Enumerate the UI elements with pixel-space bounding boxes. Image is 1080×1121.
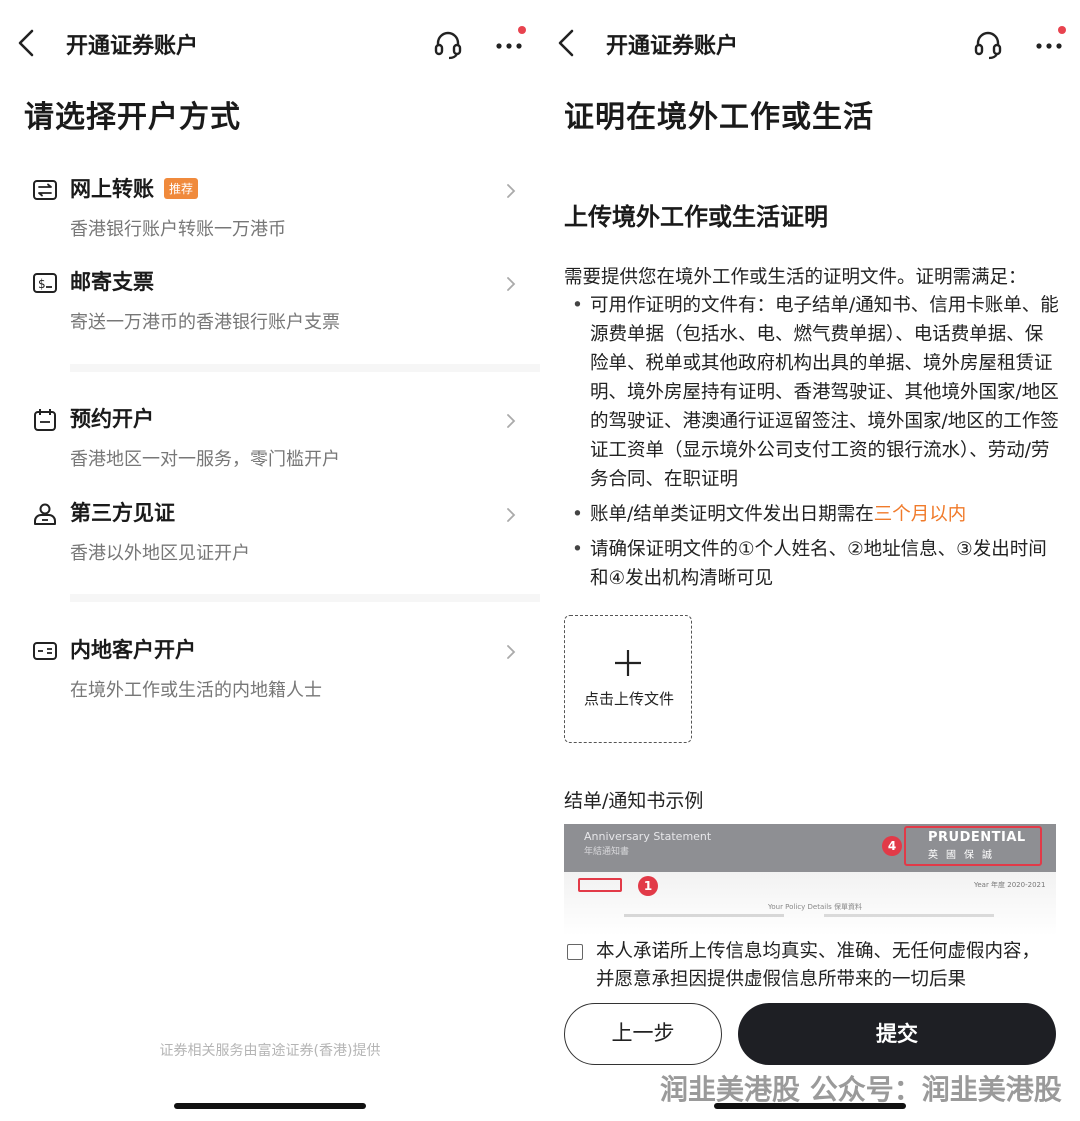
requirements-intro: 需要提供您在境外工作或生活的证明文件。证明需满足： xyxy=(564,267,1027,288)
option-appointment[interactable]: 预约开户 香港地区一对一服务，零门槛开户 xyxy=(0,403,540,483)
section-divider xyxy=(70,364,540,372)
recommended-badge: 推荐 xyxy=(164,178,199,199)
option-desc: 在境外工作或生活的内地籍人士 xyxy=(70,680,322,701)
plus-icon xyxy=(615,650,641,676)
marker-4: 4 xyxy=(882,836,902,856)
watermark: 润韭美港股 公众号：润韭美港股 xyxy=(660,1073,1062,1106)
left-screen: 开通证券账户 请选择开户方式 网上转账 推荐 香港银行账户转账一万港币 $ 邮寄… xyxy=(0,0,540,1121)
page-title: 证明在境外工作或生活 xyxy=(564,100,874,135)
option-label: 网上转账 推荐 xyxy=(70,173,199,203)
back-arrow-icon[interactable] xyxy=(12,26,40,60)
submit-button[interactable]: 提交 xyxy=(738,1003,1056,1065)
headset-icon[interactable] xyxy=(432,28,464,60)
footer-note: 证券相关服务由富途证券(香港)提供 xyxy=(159,1043,381,1059)
calendar-icon xyxy=(34,409,56,431)
requirement-item: 账单/结单类证明文件发出日期需在三个月以内 xyxy=(570,500,1060,529)
sample-year: Year 年度 2020-2021 xyxy=(974,881,1046,889)
highlight-text: 三个月以内 xyxy=(873,504,967,525)
requirement-item: 可用作证明的文件有：电子结单/通知书、信用卡账单、能源费单据（包括水、电、燃气费… xyxy=(570,291,1060,494)
requirement-item: 请确保证明文件的①个人姓名、②地址信息、③发出时间和④发出机构清晰可见 xyxy=(570,535,1060,593)
option-mainland-client[interactable]: 内地客户开户 在境外工作或生活的内地籍人士 xyxy=(0,634,540,714)
sample-label: 结单/通知书示例 xyxy=(564,790,704,812)
option-online-transfer[interactable]: 网上转账 推荐 香港银行账户转账一万港币 xyxy=(0,173,540,253)
id-card-icon xyxy=(33,642,57,660)
chevron-right-icon xyxy=(507,277,516,291)
agreement-text: 本人承诺所上传信息均真实、准确、无任何虚假内容，并愿意承担因提供虚假信息所带来的… xyxy=(596,941,1041,990)
sample-title: Anniversary Statement xyxy=(584,830,712,843)
sample-line xyxy=(624,914,784,917)
sample-line xyxy=(824,914,994,917)
svg-text:$: $ xyxy=(38,277,46,291)
notification-dot xyxy=(518,26,526,34)
option-desc: 香港地区一对一服务，零门槛开户 xyxy=(70,449,340,470)
nav-bar: 开通证券账户 xyxy=(0,18,540,68)
requirements-list: 可用作证明的文件有：电子结单/通知书、信用卡账单、能源费单据（包括水、电、燃气费… xyxy=(570,291,1060,599)
person-icon xyxy=(34,503,56,525)
prudential-logo: PRUDENTIAL xyxy=(928,830,1026,845)
nav-title: 开通证券账户 xyxy=(66,34,199,59)
transfer-icon xyxy=(33,180,57,200)
upload-label: 点击上传文件 xyxy=(583,690,674,708)
chevron-right-icon xyxy=(507,645,516,659)
option-label: 第三方见证 xyxy=(70,501,175,525)
option-label: 预约开户 xyxy=(70,407,154,431)
back-arrow-icon[interactable] xyxy=(552,26,580,60)
sample-statement-image: Anniversary Statement 年結通知書 4 PRUDENTIAL… xyxy=(564,824,1056,936)
agreement-checkbox[interactable] xyxy=(567,944,583,960)
cheque-icon: $ xyxy=(33,273,57,293)
sample-policy: Your Policy Details 保單資料 xyxy=(768,903,863,911)
chevron-right-icon xyxy=(507,508,516,522)
option-third-party-witness[interactable]: 第三方见证 香港以外地区见证开户 xyxy=(0,497,540,577)
sample-title-cn: 年結通知書 xyxy=(584,847,630,857)
more-menu-button[interactable] xyxy=(1032,26,1066,58)
upload-file-button[interactable]: 点击上传文件 xyxy=(564,615,692,743)
more-menu-button[interactable] xyxy=(492,26,526,58)
page-title: 请选择开户方式 xyxy=(24,100,241,135)
home-indicator[interactable] xyxy=(714,1103,906,1109)
previous-step-button[interactable]: 上一步 xyxy=(564,1003,722,1065)
notification-dot xyxy=(1058,26,1066,34)
option-mail-cheque[interactable]: $ 邮寄支票 寄送一万港币的香港银行账户支票 xyxy=(0,266,540,346)
option-label: 邮寄支票 xyxy=(70,270,154,294)
headset-icon[interactable] xyxy=(972,28,1004,60)
right-screen: 开通证券账户 证明在境外工作或生活 上传境外工作或生活证明 需要提供您在境外工作… xyxy=(540,0,1080,1121)
section-title: 上传境外工作或生活证明 xyxy=(564,203,828,231)
marker-1: 1 xyxy=(638,876,658,896)
home-indicator[interactable] xyxy=(174,1103,366,1109)
more-dots-icon xyxy=(496,43,522,49)
option-label: 内地客户开户 xyxy=(70,638,196,662)
option-desc: 寄送一万港币的香港银行账户支票 xyxy=(70,312,340,333)
chevron-right-icon xyxy=(507,184,516,198)
option-desc: 香港银行账户转账一万港币 xyxy=(70,219,286,240)
nav-title: 开通证券账户 xyxy=(606,34,739,59)
nav-bar: 开通证券账户 xyxy=(540,18,1080,68)
prudential-logo-cn: 英國保誠 xyxy=(928,850,1000,861)
option-desc: 香港以外地区见证开户 xyxy=(70,543,250,564)
chevron-right-icon xyxy=(507,414,516,428)
highlight-frame xyxy=(578,878,622,892)
section-divider xyxy=(70,594,540,602)
more-dots-icon xyxy=(1036,43,1062,49)
